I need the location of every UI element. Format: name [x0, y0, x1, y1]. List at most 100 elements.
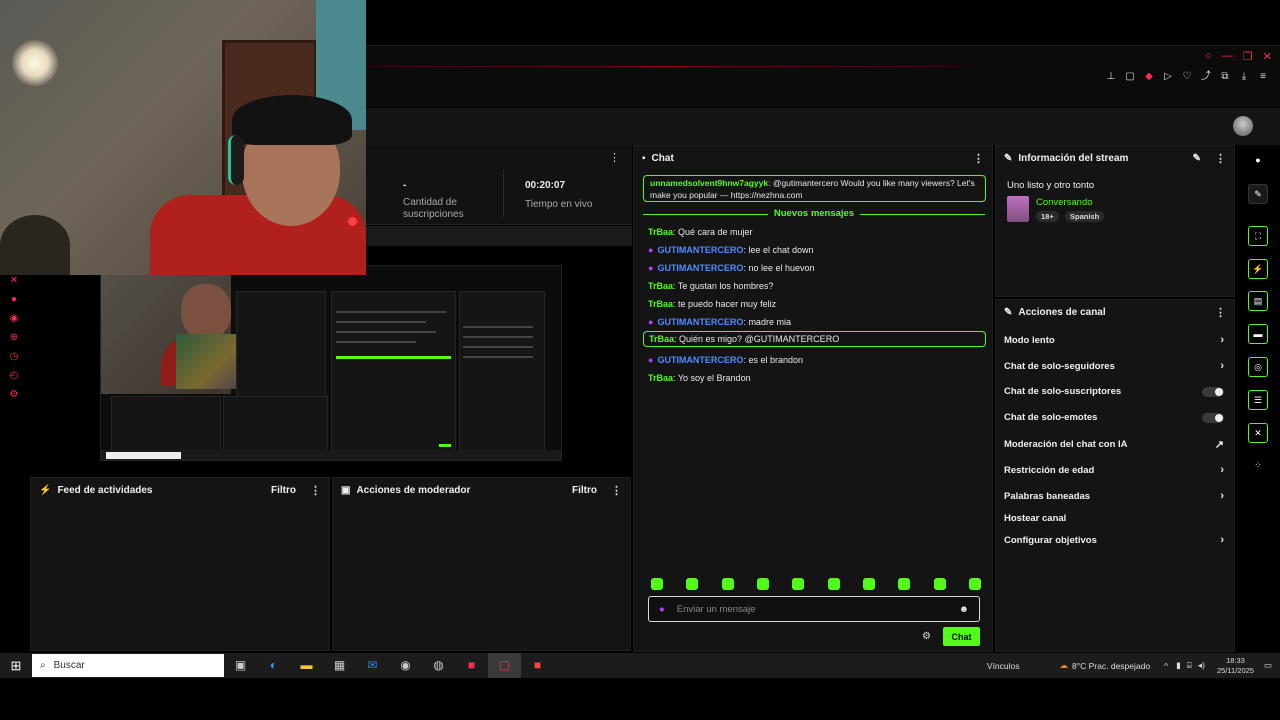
emote[interactable] [686, 578, 699, 590]
new-messages-divider[interactable]: Nuevos mensajes [634, 208, 994, 219]
app-active-icon[interactable]: ▢ [488, 653, 521, 678]
channel-action-item[interactable]: Chat de solo-suscriptores [1004, 386, 1224, 397]
share-icon[interactable]: ⤴ [1201, 72, 1211, 82]
app-red-icon[interactable]: ■ [455, 653, 488, 678]
chat-username[interactable]: GUTIMANTERCERO [657, 245, 743, 255]
chat-username[interactable]: GUTIMANTERCERO [657, 355, 743, 365]
emoji-icon[interactable]: ☻ [959, 604, 969, 615]
chat-username[interactable]: TrBaa [648, 373, 673, 383]
chat-username[interactable]: GUTIMANTERCERO [657, 317, 743, 327]
emote[interactable] [792, 578, 805, 590]
more-icon[interactable]: ⋮ [973, 152, 984, 165]
edit-icon[interactable]: ✎ [1193, 153, 1201, 164]
chat-message[interactable]: TrBaa: Te gustan los hombres? [648, 281, 773, 291]
windows-start-icon[interactable]: ⊞ [0, 658, 32, 674]
gear-icon[interactable]: ⚙ [922, 631, 931, 642]
emote[interactable] [968, 578, 981, 590]
pencil-icon[interactable]: ✎ [1248, 184, 1268, 204]
clipboard-icon[interactable]: ▤ [1248, 291, 1268, 311]
send-chat-button[interactable]: Chat [943, 627, 980, 646]
channel-action-item[interactable]: Palabras baneadas › [1004, 490, 1224, 502]
weather-text[interactable]: 8°C Prac. despejado [1072, 661, 1150, 671]
mic-icon[interactable]: ▮ [1176, 660, 1181, 671]
chat-username[interactable]: TrBaa [649, 334, 674, 344]
chat-message[interactable]: TrBaa: Yo soy el Brandon [648, 373, 751, 383]
people-icon[interactable]: ⁘ [1248, 456, 1268, 476]
broadcast-icon[interactable]: ◎ [1248, 357, 1268, 377]
chat-message[interactable]: ● GUTIMANTERCERO: lee el chat down [648, 245, 813, 255]
channel-action-item[interactable]: Configurar objetivos › [1004, 534, 1224, 546]
focus-icon[interactable]: ⛶ [1248, 226, 1268, 246]
chat-input[interactable]: ● Enviar un mensaje ☻ [648, 596, 980, 622]
stream-category[interactable]: Conversando [1036, 197, 1093, 208]
notifications-icon[interactable]: ▭ [1264, 660, 1272, 671]
chat-username[interactable]: TrBaa [648, 299, 673, 309]
clock-icon[interactable]: ◴ [6, 371, 22, 390]
taskbar-search[interactable]: ⌕ Buscar [32, 654, 224, 677]
chat-message[interactable]: ● GUTIMANTERCERO: madre mia [648, 317, 791, 327]
clock[interactable]: 18:33 25/11/2025 [1217, 656, 1254, 676]
add-icon[interactable]: ⊕ [6, 333, 22, 352]
toggle-switch[interactable] [1202, 412, 1224, 423]
more-icon[interactable]: ⋮ [310, 484, 321, 497]
app-red2-icon[interactable]: ■ [521, 653, 554, 678]
settings-icon[interactable]: ⚙ [6, 390, 22, 409]
chat-message[interactable]: ● GUTIMANTERCERO: no lee el huevon [648, 263, 815, 273]
menu-icon[interactable]: ≡ [1258, 72, 1268, 82]
emote[interactable] [651, 578, 663, 590]
steam-icon[interactable]: ◉ [389, 653, 422, 678]
pinned-message[interactable]: unnamedsolvent9hnw7agyyk: @gutimantercer… [643, 175, 986, 202]
chat-username[interactable]: TrBaa [648, 281, 673, 291]
more-icon[interactable]: ⋮ [611, 484, 622, 497]
toggle-switch[interactable] [1202, 386, 1224, 397]
pinned-user[interactable]: unnamedsolvent9hnw7agyyk [650, 178, 768, 188]
restore-icon[interactable]: ❐ [1243, 50, 1253, 63]
emote[interactable] [898, 578, 911, 590]
chat-username[interactable]: TrBaa [648, 227, 673, 237]
emote[interactable] [862, 578, 875, 590]
close-icon[interactable]: ✕ [1263, 50, 1272, 63]
chevron-up-icon[interactable]: ^ [1164, 661, 1168, 671]
minimize-icon[interactable]: — [1222, 50, 1233, 63]
history-icon[interactable]: ◷ [6, 352, 22, 371]
channel-action-item[interactable]: Chat de solo-emotes [1004, 412, 1224, 423]
chat-message[interactable]: TrBaa: te puedo hacer muy feliz [648, 299, 776, 309]
extension-icon[interactable]: ⧉ [1220, 72, 1230, 82]
emote[interactable] [827, 578, 840, 590]
more-icon[interactable]: ⋮ [1215, 152, 1226, 165]
more-icon[interactable]: ⋮ [609, 151, 620, 164]
record-icon[interactable]: ◉ [6, 314, 22, 333]
play-icon[interactable]: ▷ [1163, 72, 1173, 82]
volume-icon[interactable]: ◂) [1198, 660, 1205, 671]
store-icon[interactable]: ▦ [323, 653, 356, 678]
bolt-icon[interactable]: ⚡ [1248, 259, 1268, 279]
chat-message[interactable]: ● GUTIMANTERCERO: es el brandon [648, 355, 803, 365]
list-icon[interactable]: ☰ [1248, 390, 1268, 410]
mail-icon[interactable]: ✉ [356, 653, 389, 678]
emote[interactable] [756, 578, 769, 590]
chat-bubble-icon[interactable]: ▬ [1248, 324, 1268, 344]
crop-icon[interactable]: ▢ [1125, 72, 1135, 82]
channel-action-item[interactable]: Hostear canal [1004, 513, 1224, 524]
obs-icon[interactable]: ◍ [422, 653, 455, 678]
filter-button[interactable]: Filtro [271, 485, 296, 496]
network-icon[interactable]: ⌸ [1187, 660, 1192, 671]
close-icon[interactable]: ✕ [6, 276, 22, 295]
channel-action-item[interactable]: Chat de solo-seguidores › [1004, 360, 1224, 372]
more-icon[interactable]: ⋮ [1215, 306, 1226, 319]
emote[interactable] [721, 578, 734, 590]
links-label[interactable]: Vínculos [987, 661, 1020, 671]
shield-icon[interactable]: ◆ [1144, 72, 1154, 82]
chat-username[interactable]: GUTIMANTERCERO [657, 263, 743, 273]
edge-icon[interactable]: ◐ [257, 653, 290, 678]
controller-icon[interactable]: ● [6, 295, 22, 314]
filter-button[interactable]: Filtro [572, 485, 597, 496]
avatar[interactable] [1233, 116, 1253, 136]
channel-action-item[interactable]: Restricción de edad › [1004, 464, 1224, 476]
task-view-icon[interactable]: ▣ [224, 653, 257, 678]
emote[interactable] [933, 578, 946, 590]
channel-action-item[interactable]: Moderación del chat con IA ↗ [1004, 438, 1224, 451]
download-icon[interactable]: ⤓ [1239, 72, 1249, 82]
tools-icon[interactable]: ✕ [1248, 423, 1268, 443]
search-icon[interactable]: ○ [1205, 50, 1212, 63]
